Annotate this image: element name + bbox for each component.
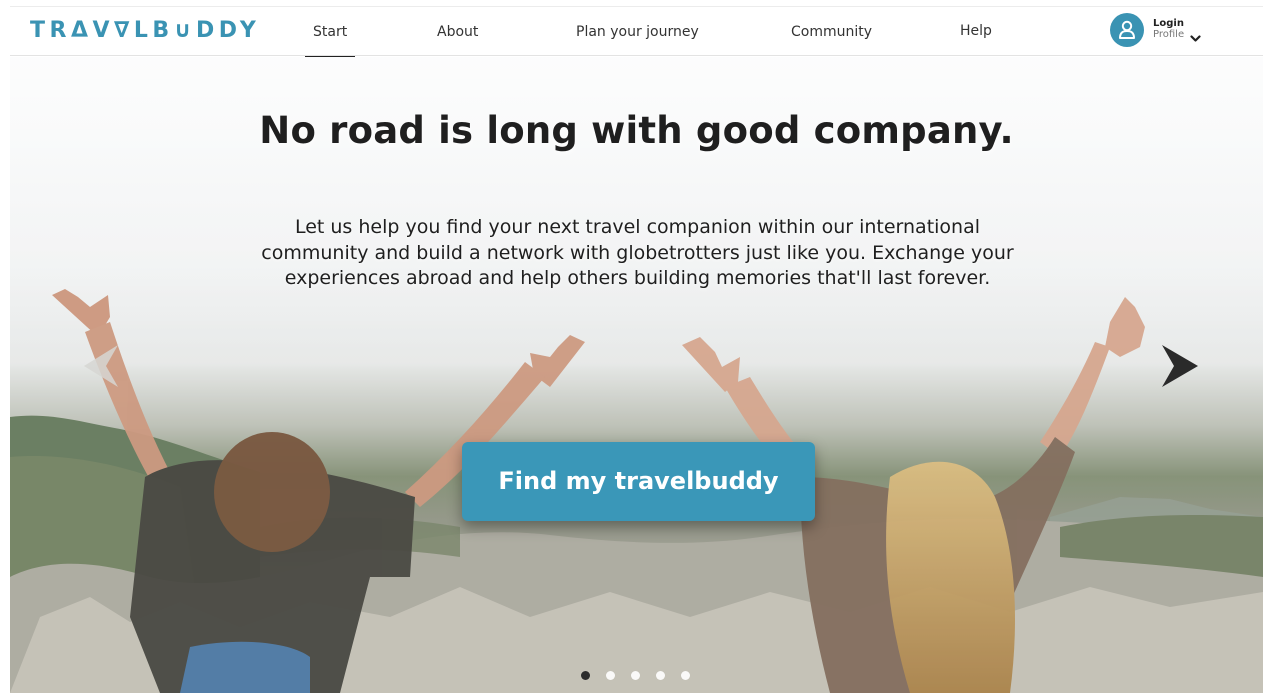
- carousel-dot-2[interactable]: [606, 671, 615, 680]
- nav-item-start[interactable]: Start: [313, 23, 347, 41]
- logo-text-travel: TRΔV∇L: [30, 18, 153, 43]
- find-travelbuddy-button[interactable]: Find my travelbuddy: [462, 442, 815, 521]
- nav-item-help[interactable]: Help: [960, 22, 992, 40]
- hero-headline: No road is long with good company.: [259, 109, 1014, 152]
- nav-item-plan-your-journey[interactable]: Plan your journey: [576, 23, 699, 41]
- chevron-right-icon[interactable]: [1158, 343, 1202, 394]
- carousel-dot-4[interactable]: [656, 671, 665, 680]
- profile-label[interactable]: Profile: [1153, 29, 1184, 40]
- user-icon[interactable]: [1110, 13, 1144, 47]
- carousel-dot-3[interactable]: [631, 671, 640, 680]
- site-header: TRΔV∇LB∪DDY Start About Plan your journe…: [10, 7, 1263, 59]
- hero-subtext: Let us help you find your next travel co…: [261, 216, 1014, 289]
- hero-banner: No road is long with good company. Let u…: [10, 57, 1263, 693]
- nav-item-community[interactable]: Community: [791, 23, 872, 41]
- travelbuddy-logo[interactable]: TRΔV∇LB∪DDY: [30, 19, 260, 43]
- chevron-down-icon[interactable]: [1190, 30, 1201, 48]
- nav-item-about[interactable]: About: [437, 23, 478, 41]
- chevron-left-icon[interactable]: [78, 343, 122, 394]
- user-menu[interactable]: Login Profile: [1110, 12, 1210, 48]
- login-label[interactable]: Login: [1153, 18, 1184, 29]
- carousel-dot-5[interactable]: [681, 671, 690, 680]
- logo-text-buddy: B∪DDY: [152, 18, 261, 43]
- page: TRΔV∇LB∪DDY Start About Plan your journe…: [0, 0, 1268, 693]
- carousel-dot-1[interactable]: [581, 671, 590, 680]
